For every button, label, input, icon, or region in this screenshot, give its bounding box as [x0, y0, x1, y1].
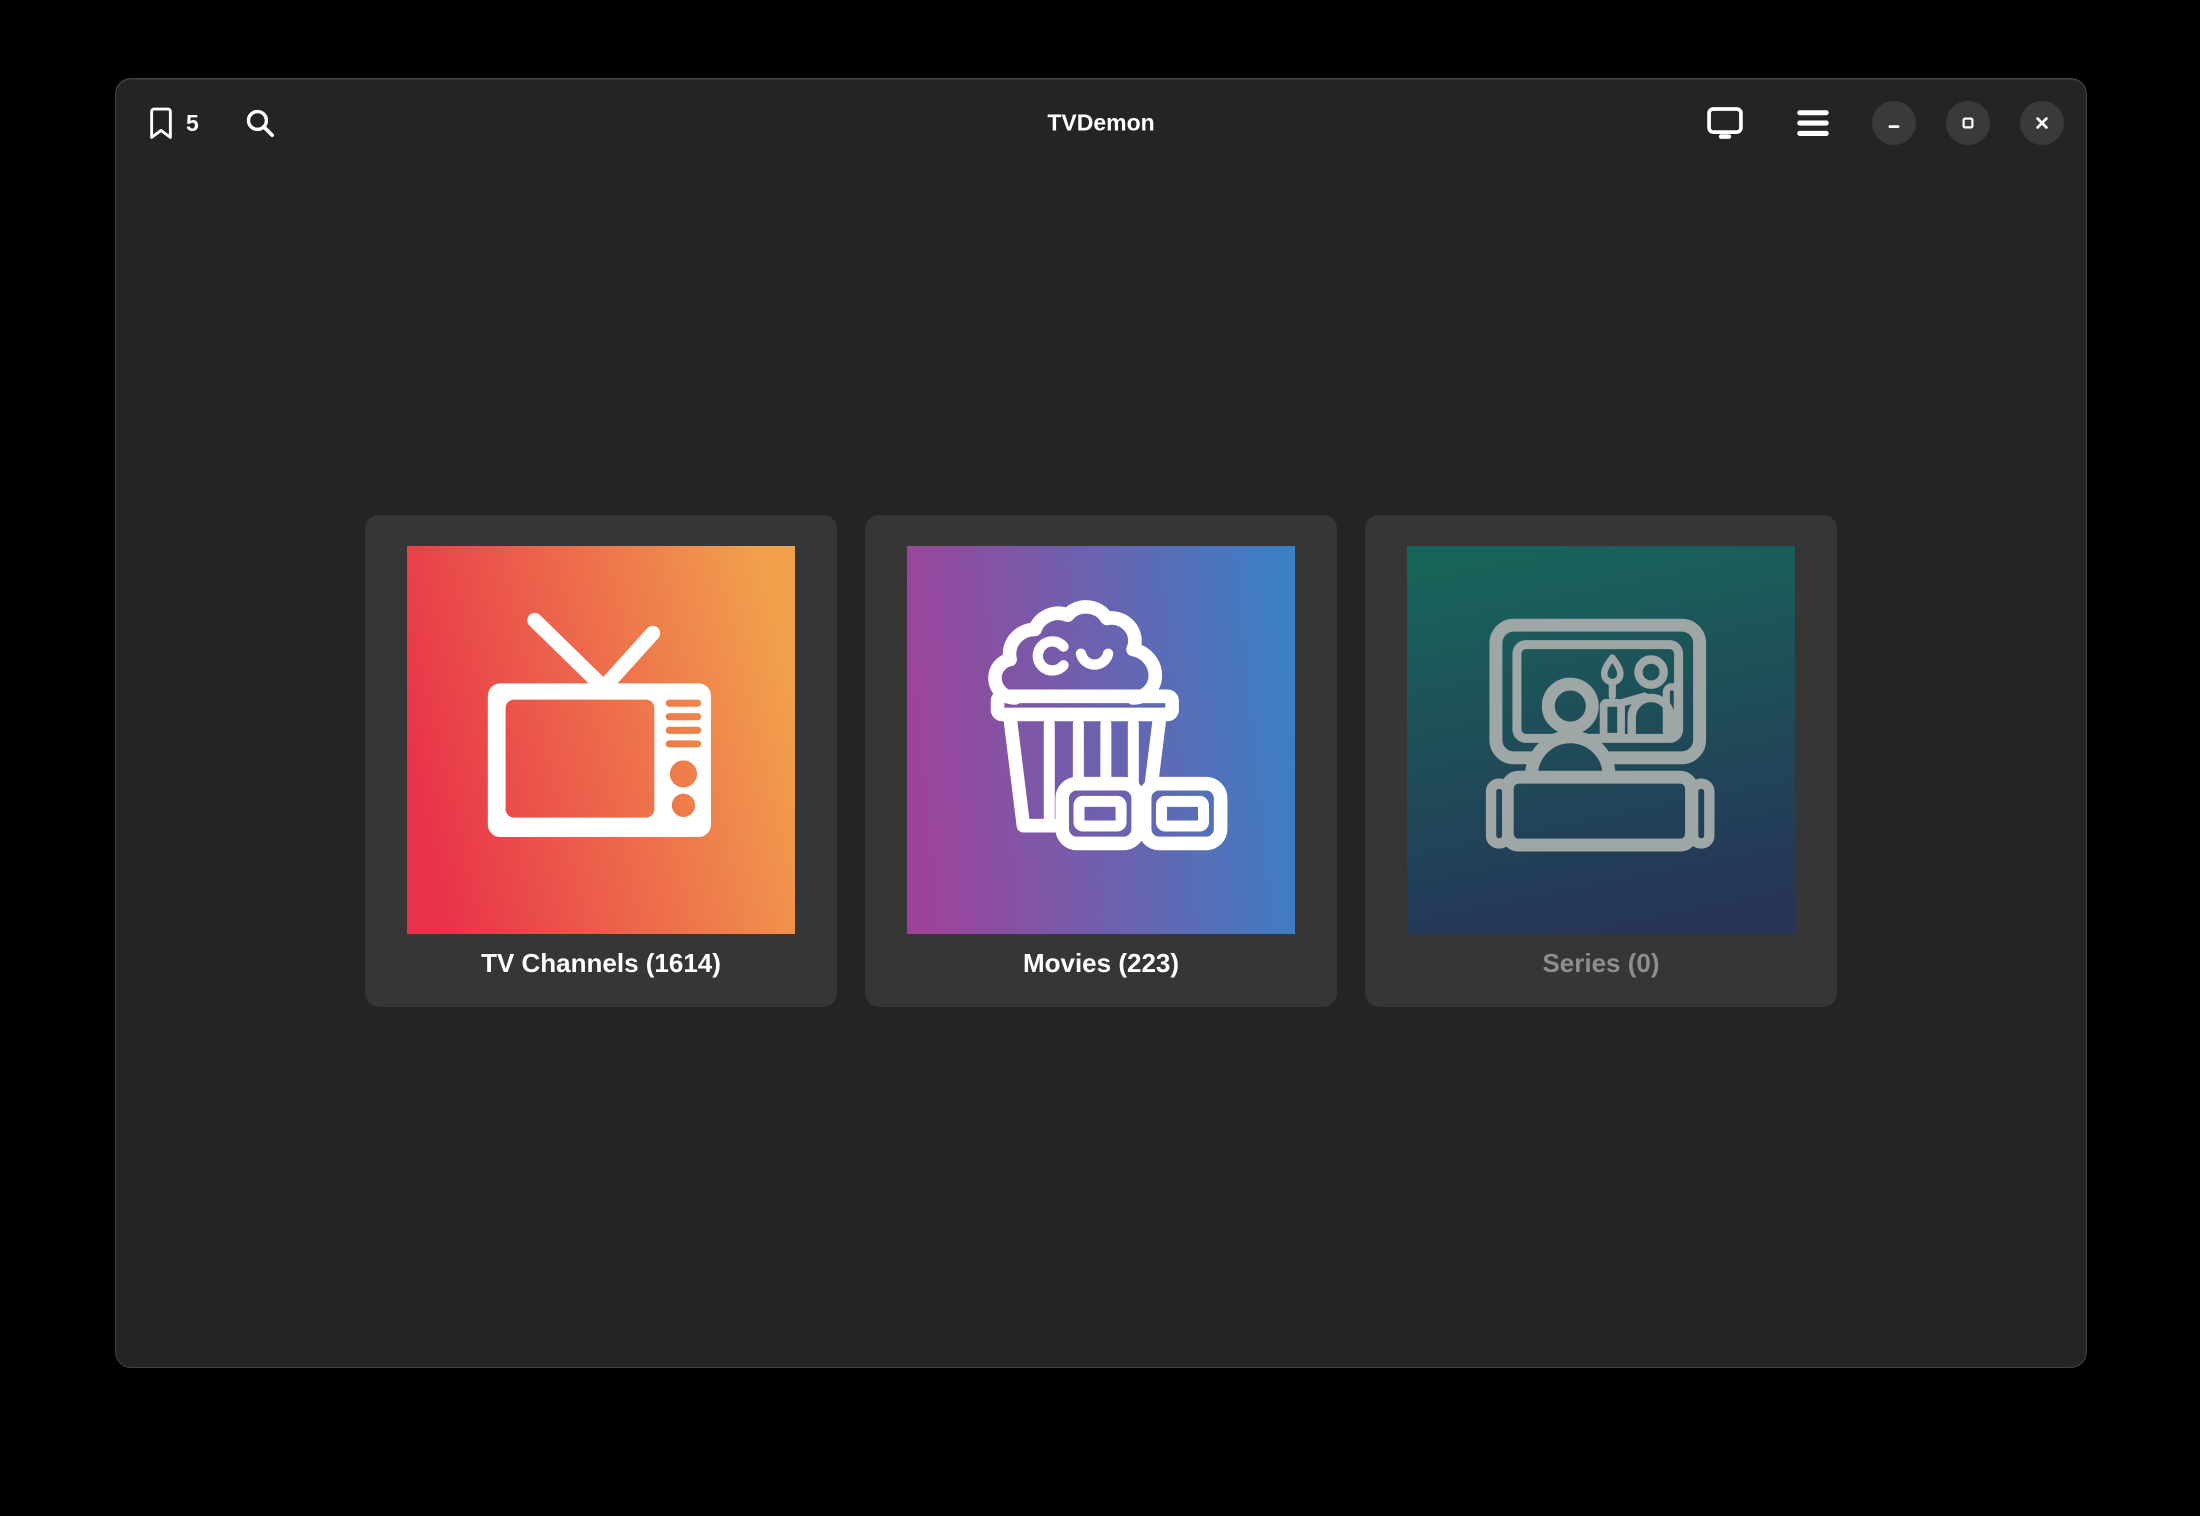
- popcorn-3d-glasses-icon: [907, 546, 1295, 934]
- close-button[interactable]: [2020, 101, 2064, 145]
- minimize-icon: [1884, 113, 1904, 133]
- headerbar: 5 TVDemon: [116, 79, 2086, 167]
- bookmark-icon: [146, 105, 176, 141]
- card-label-series: Series (0): [1542, 948, 1659, 979]
- display-icon: [1704, 102, 1746, 144]
- bookmarks-count: 5: [186, 110, 199, 137]
- maximize-button[interactable]: [1946, 101, 1990, 145]
- headerbar-left-group: 5: [138, 99, 285, 147]
- tv-set-icon: [407, 546, 795, 934]
- main-menu-button[interactable]: [1784, 96, 1842, 150]
- minimize-button[interactable]: [1872, 101, 1916, 145]
- couch-tv-viewer-icon: [1407, 546, 1795, 934]
- card-label-movies: Movies (223): [1023, 948, 1179, 979]
- desktop-background: 5 TVDemon: [0, 0, 2200, 1516]
- category-cards: TV Channels (1614): [116, 515, 2086, 1007]
- search-icon: [243, 106, 277, 140]
- card-movies[interactable]: Movies (223): [865, 515, 1337, 1007]
- headerbar-right-group: [1696, 96, 2064, 150]
- search-button[interactable]: [235, 100, 285, 146]
- hamburger-menu-icon: [1792, 102, 1834, 144]
- bookmarks-button[interactable]: 5: [138, 99, 207, 147]
- app-window: 5 TVDemon: [115, 78, 2087, 1368]
- maximize-icon: [1958, 113, 1978, 133]
- card-label-tv-channels: TV Channels (1614): [481, 948, 721, 979]
- close-icon: [2032, 113, 2052, 133]
- card-tv-channels[interactable]: TV Channels (1614): [365, 515, 837, 1007]
- card-series[interactable]: Series (0): [1365, 515, 1837, 1007]
- tv-mode-button[interactable]: [1696, 96, 1754, 150]
- window-title: TVDemon: [1047, 110, 1154, 137]
